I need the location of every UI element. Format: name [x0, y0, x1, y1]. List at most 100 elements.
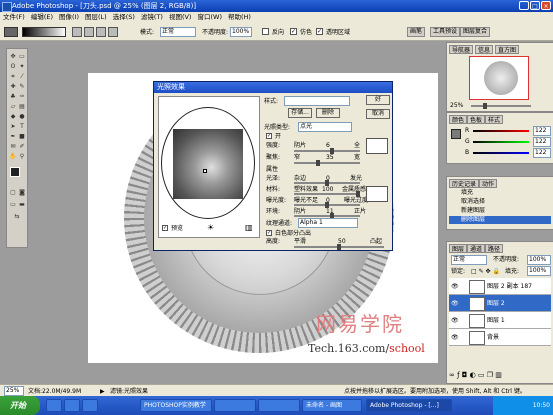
layer-row-selected[interactable]: 👁 图层 2: [449, 295, 551, 312]
material-slider[interactable]: [294, 191, 360, 197]
transparency-checkbox[interactable]: ✓: [316, 28, 323, 35]
layer-opacity-input[interactable]: 100%: [527, 255, 551, 265]
task-button[interactable]: [214, 399, 256, 412]
menu-view[interactable]: 视图(V): [166, 12, 195, 23]
light-ellipse-handle[interactable]: [161, 107, 255, 219]
light-type-select[interactable]: 点光: [298, 122, 352, 132]
task-button-active[interactable]: Adobe Photoshop - [...]: [366, 399, 452, 412]
ambient-color-swatch[interactable]: [366, 186, 388, 202]
task-button[interactable]: [258, 399, 300, 412]
focus-slider[interactable]: [294, 160, 360, 166]
light-color-swatch[interactable]: [366, 138, 388, 154]
slice-tool-icon[interactable]: ⁄: [18, 73, 26, 81]
layer-row[interactable]: 👁 图层 1: [449, 312, 551, 329]
tab-brushes[interactable]: 画笔: [407, 27, 426, 37]
task-button[interactable]: 未命名 - 画图: [302, 399, 362, 412]
ok-button[interactable]: 好: [366, 95, 390, 105]
blend-mode-select[interactable]: 正常: [451, 255, 487, 265]
lock-icons[interactable]: □ ✎ ✥ 🔒: [471, 268, 500, 275]
type-tool-icon[interactable]: T: [18, 123, 26, 131]
quick-mask-icon[interactable]: ◙: [18, 189, 26, 197]
marquee-tool-icon[interactable]: ▭: [18, 53, 26, 61]
history-brush-icon[interactable]: ✑: [18, 93, 26, 101]
navigator-zoom[interactable]: 25%: [450, 102, 463, 109]
menu-filter[interactable]: 滤镜(T): [138, 12, 166, 23]
texture-channel-select[interactable]: Alpha 1: [298, 218, 358, 228]
foreground-color[interactable]: [10, 167, 20, 177]
history-item[interactable]: 填充: [449, 189, 551, 197]
gloss-slider[interactable]: [294, 180, 360, 186]
intensity-slider[interactable]: [294, 148, 360, 154]
history-item[interactable]: 新建图层: [449, 207, 551, 215]
standard-mode-icon[interactable]: ▢: [9, 189, 17, 197]
green-slider[interactable]: [473, 141, 529, 143]
history-item-selected[interactable]: 删除图层: [449, 216, 551, 224]
clock[interactable]: 10:50: [533, 402, 550, 409]
menu-file[interactable]: 文件(F): [0, 12, 28, 23]
lasso-tool-icon[interactable]: ʘ: [9, 63, 17, 71]
tab-styles[interactable]: 样式: [485, 115, 504, 124]
eyedropper-icon[interactable]: ✐: [18, 143, 26, 151]
red-slider[interactable]: [473, 130, 529, 132]
link-icon[interactable]: ∞: [449, 371, 455, 379]
menu-help[interactable]: 帮助(H): [225, 12, 254, 23]
eye-icon[interactable]: 👁: [451, 317, 459, 324]
gradient-type-icons[interactable]: [72, 27, 126, 37]
menu-select[interactable]: 选择(S): [110, 12, 138, 23]
eye-icon[interactable]: 👁: [451, 283, 459, 290]
group-icon[interactable]: ▭: [478, 371, 485, 379]
menu-image[interactable]: 图像(I): [56, 12, 82, 23]
task-button[interactable]: [64, 399, 80, 412]
status-arrow-icon[interactable]: ▶: [100, 388, 105, 395]
eye-icon[interactable]: 👁: [451, 300, 459, 307]
menu-layer[interactable]: 图层(L): [82, 12, 110, 23]
cancel-button[interactable]: 取消: [366, 109, 390, 119]
blur-tool-icon[interactable]: ◆: [9, 113, 17, 121]
magic-wand-icon[interactable]: ✦: [18, 63, 26, 71]
dodge-tool-icon[interactable]: ●: [18, 113, 26, 121]
screen-mode-1-icon[interactable]: ▭: [9, 201, 17, 209]
menu-window[interactable]: 窗口(W): [194, 12, 225, 23]
zoom-field[interactable]: 25%: [4, 386, 24, 396]
fx-icon[interactable]: ƒ: [457, 371, 459, 379]
pen-tool-icon[interactable]: ✒: [9, 133, 17, 141]
tab-paths[interactable]: 路径: [485, 244, 504, 253]
green-value[interactable]: 122: [533, 137, 551, 147]
delete-button[interactable]: 删除: [316, 108, 340, 118]
stamp-tool-icon[interactable]: ♣: [9, 93, 17, 101]
task-button[interactable]: [46, 399, 62, 412]
hand-tool-icon[interactable]: ✋: [9, 153, 17, 161]
gradient-tool-icon[interactable]: [4, 27, 18, 37]
gradient-tool-box-icon[interactable]: ▤: [18, 103, 26, 111]
maximize-button[interactable]: □: [530, 1, 540, 10]
height-slider[interactable]: [294, 244, 384, 250]
preview-area[interactable]: ✓ 预览 ☀ ▥: [158, 96, 260, 238]
menu-edit[interactable]: 编辑(E): [28, 12, 56, 23]
blue-value[interactable]: 122: [533, 148, 551, 158]
mode-select[interactable]: 正常: [160, 27, 196, 37]
ambience-slider[interactable]: [294, 213, 360, 219]
layer-row[interactable]: 👁 图层 2 副本 187: [449, 278, 551, 295]
white-high-checkbox[interactable]: ✓: [266, 230, 272, 236]
tab-swatches[interactable]: 色板: [467, 115, 486, 124]
tab-info[interactable]: 信息: [475, 45, 494, 54]
screen-mode-2-icon[interactable]: ▬: [18, 201, 26, 209]
tab-navigator[interactable]: 导航器: [449, 45, 474, 54]
adjustment-icon[interactable]: ◐: [470, 371, 476, 379]
zoom-tool-icon[interactable]: ⚲: [18, 153, 26, 161]
delete-layer-icon[interactable]: ▥: [495, 371, 502, 379]
style-select[interactable]: [284, 96, 350, 106]
imageready-icon[interactable]: ⇆: [13, 213, 21, 221]
move-tool-icon[interactable]: ✥: [9, 53, 17, 61]
tab-layer-comps[interactable]: 图层复合: [460, 27, 491, 37]
shape-tool-icon[interactable]: ■: [18, 133, 26, 141]
blue-slider[interactable]: [473, 152, 529, 154]
brush-tool-icon[interactable]: ✎: [18, 83, 26, 91]
tab-actions[interactable]: 动作: [479, 179, 498, 188]
tab-histogram[interactable]: 直方图: [495, 45, 520, 54]
tab-layers[interactable]: 图层: [449, 244, 468, 253]
tab-channels[interactable]: 通道: [467, 244, 486, 253]
trash-icon[interactable]: ▥: [245, 224, 253, 232]
light-bulb-icon[interactable]: ☀: [207, 224, 214, 232]
color-foreground-swatch[interactable]: [451, 129, 461, 139]
